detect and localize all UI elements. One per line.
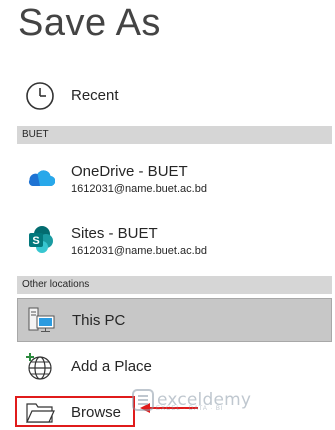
page-title: Save As (18, 2, 161, 44)
sites-item[interactable]: S Sites - BUET 1612031@name.buet.ac.bd (17, 214, 332, 264)
clock-icon (23, 79, 57, 113)
browse-highlight-box (15, 396, 135, 427)
recent-item[interactable]: Recent (17, 74, 332, 118)
globe-plus-icon (23, 350, 57, 384)
onedrive-account: 1612031@name.buet.ac.bd (71, 183, 207, 195)
exceldemy-logo-icon (132, 389, 154, 411)
computer-icon (24, 303, 58, 337)
this-pc-item[interactable]: This PC (17, 298, 332, 342)
add-a-place-label: Add a Place (71, 358, 152, 375)
sites-label: Sites - BUET (71, 225, 158, 242)
onedrive-label: OneDrive - BUET (71, 163, 188, 180)
sharepoint-icon: S (23, 222, 57, 256)
onedrive-item[interactable]: OneDrive - BUET 1612031@name.buet.ac.bd (17, 152, 332, 202)
exceldemy-watermark: exceldemy EXCEL · DATA · BI (132, 380, 251, 420)
section-header-buet: BUET (17, 126, 332, 144)
sites-account: 1612031@name.buet.ac.bd (71, 245, 207, 257)
this-pc-label: This PC (72, 312, 126, 329)
svg-text:S: S (32, 235, 39, 247)
recent-label: Recent (71, 87, 119, 104)
onedrive-cloud-icon (23, 160, 57, 194)
watermark-tagline: EXCEL · DATA · BI (156, 406, 224, 412)
section-header-other-locations: Other locations (17, 276, 332, 294)
